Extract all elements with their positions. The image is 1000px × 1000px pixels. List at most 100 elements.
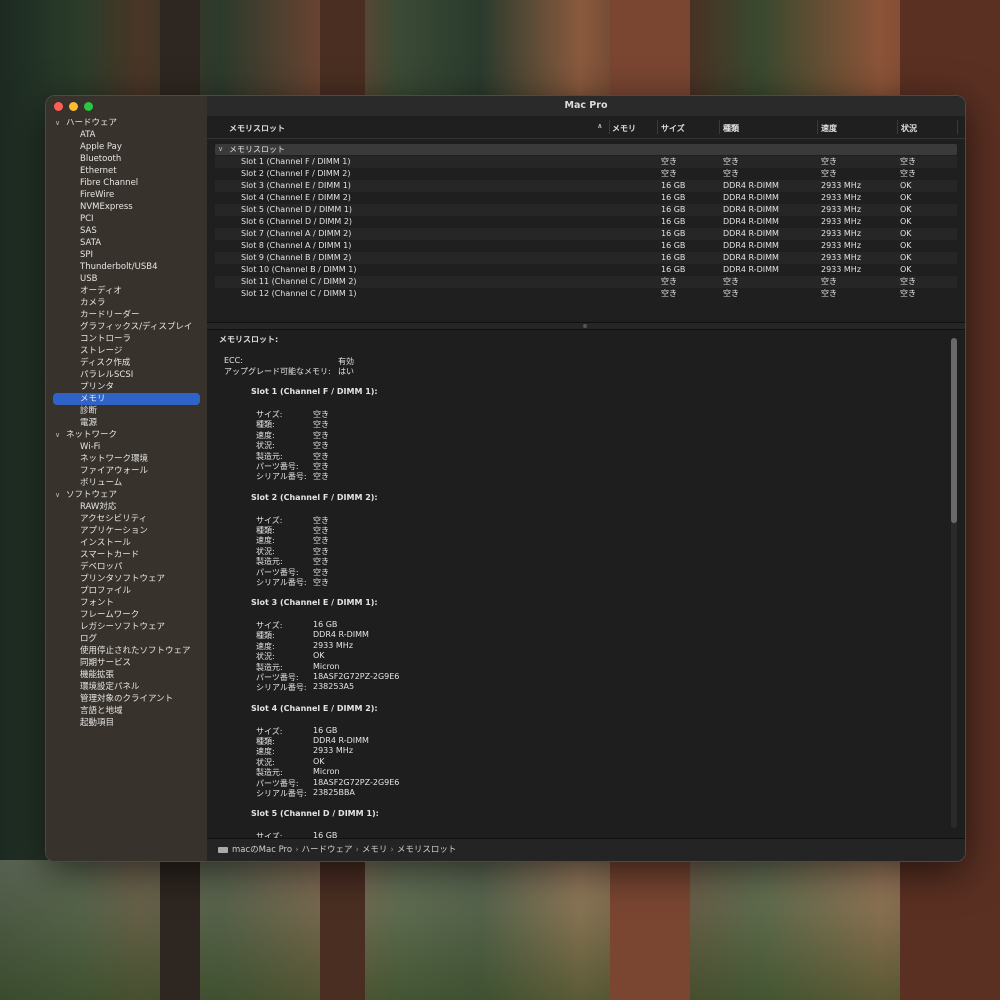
path-bar-item[interactable]: メモリ — [362, 845, 388, 855]
sidebar-item[interactable]: RAW対応 — [46, 501, 207, 513]
path-bar-item[interactable]: メモリスロット — [397, 845, 457, 855]
table-row[interactable]: Slot 7 (Channel A / DIMM 2) 16 GB DDR4 R-D… — [215, 228, 957, 240]
table-row[interactable]: Slot 11 (Channel C / DIMM 2) 空き 空き 空き 空き — [215, 276, 957, 288]
sidebar-item[interactable]: 機能拡張 — [46, 669, 207, 681]
sidebar-item[interactable]: NVMExpress — [46, 201, 207, 213]
sidebar-item[interactable]: グラフィックス/ディスプレイ — [46, 321, 207, 333]
sidebar-item[interactable]: SPI — [46, 249, 207, 261]
path-bar-item[interactable]: macのMac Pro — [232, 845, 292, 855]
sidebar-item[interactable]: フォント — [46, 597, 207, 609]
sidebar-item[interactable]: インストール — [46, 537, 207, 549]
table-row[interactable]: Slot 10 (Channel B / DIMM 1) 16 GB DDR4 R-… — [215, 264, 957, 276]
slot-detail-title: Slot 1 (Channel F / DIMM 1): — [251, 387, 378, 396]
column-header-type[interactable]: 種類 — [723, 123, 739, 134]
column-header-speed[interactable]: 速度 — [821, 123, 837, 134]
sidebar-item[interactable]: スマートカード — [46, 549, 207, 561]
sidebar-item[interactable]: デベロッパ — [46, 561, 207, 573]
sidebar-item[interactable]: USB — [46, 273, 207, 285]
sidebar-group-label: ソフトウェア — [66, 490, 118, 500]
slot-field-value: DDR4 R-DIMM — [313, 630, 369, 640]
column-header-size[interactable]: サイズ — [661, 123, 685, 134]
sidebar-item[interactable]: SAS — [46, 225, 207, 237]
sidebar-item[interactable]: プリンタソフトウェア — [46, 573, 207, 585]
sidebar-item[interactable]: Thunderbolt/USB4 — [46, 261, 207, 273]
sidebar-item[interactable]: 電源 — [46, 417, 207, 429]
table-cell-size: 空き — [661, 277, 677, 286]
sidebar-item[interactable]: 診断 — [46, 405, 207, 417]
sidebar-item[interactable]: Ethernet — [46, 165, 207, 177]
sidebar-item[interactable]: Apple Pay — [46, 141, 207, 153]
slot-field-value: 23825BBA — [313, 787, 355, 797]
column-header-status[interactable]: 状況 — [901, 123, 917, 134]
slot-detail-title: Slot 2 (Channel F / DIMM 2): — [251, 492, 378, 502]
column-header-memory[interactable]: メモリ — [612, 123, 636, 134]
sidebar-item[interactable]: Bluetooth — [46, 153, 207, 165]
sidebar-item[interactable]: 使用停止されたソフトウェア — [46, 645, 207, 657]
sidebar-item[interactable]: オーディオ — [46, 285, 207, 297]
sidebar-item[interactable]: PCI — [46, 213, 207, 225]
sidebar-item[interactable]: コントローラ — [46, 333, 207, 345]
sidebar-item[interactable]: ファイアウォール — [46, 465, 207, 477]
minimize-button[interactable] — [69, 102, 78, 111]
table-row[interactable]: Slot 12 (Channel C / DIMM 1) 空き 空き 空き 空き — [215, 288, 957, 300]
close-button[interactable] — [54, 102, 63, 111]
sidebar-item[interactable]: ボリューム — [46, 477, 207, 489]
table-cell-speed: 2933 MHz — [821, 217, 862, 226]
sidebar-item[interactable]: ATA — [46, 129, 207, 141]
table-cell-size: 16 GB — [661, 193, 686, 202]
sidebar-group[interactable]: ∨ ハードウェア — [46, 117, 207, 129]
system-information-window: ∨ ハードウェア ATA Apple Pay Bluetooth Ethernet Fibr… — [45, 95, 966, 862]
table-cell-status: OK — [900, 205, 912, 214]
sidebar-item[interactable]: アクセシビリティ — [46, 513, 207, 525]
table-row[interactable]: Slot 8 (Channel A / DIMM 1) 16 GB DDR4 R-D… — [215, 240, 957, 252]
sidebar-item[interactable]: ディスク作成 — [46, 357, 207, 369]
column-header-name[interactable]: メモリスロット — [229, 123, 285, 134]
chevron-right-icon: › — [295, 845, 299, 855]
table-cell-speed: 2933 MHz — [821, 241, 862, 250]
sidebar-item[interactable]: 管理対象のクライアント — [46, 693, 207, 705]
sidebar-item[interactable]: ネットワーク環境 — [46, 453, 207, 465]
table-row[interactable]: Slot 3 (Channel E / DIMM 1) 16 GB DDR4 R-D… — [215, 180, 957, 192]
table-cell-status: OK — [900, 265, 912, 274]
sidebar-group[interactable]: ∨ ネットワーク — [46, 429, 207, 441]
sidebar-item[interactable]: フレームワーク — [46, 609, 207, 621]
sidebar-item[interactable]: Wi-Fi — [46, 441, 207, 453]
sidebar-item[interactable]: プロファイル — [46, 585, 207, 597]
splitter-handle-icon — [583, 324, 587, 328]
detail-scrollbar[interactable] — [951, 338, 957, 828]
sidebar-item[interactable]: SATA — [46, 237, 207, 249]
slot-field-value: 空き — [313, 430, 329, 440]
sidebar-item[interactable]: 同期サービス — [46, 657, 207, 669]
sidebar-item[interactable]: ログ — [46, 633, 207, 645]
sidebar-item[interactable]: アプリケーション — [46, 525, 207, 537]
sidebar-item[interactable]: メモリ — [53, 393, 200, 405]
table-cell-status: 空き — [900, 157, 916, 166]
table-row[interactable]: Slot 4 (Channel E / DIMM 2) 16 GB DDR4 R-D… — [215, 192, 957, 204]
table-row[interactable]: Slot 1 (Channel F / DIMM 1) 空き 空き 空き 空き — [215, 156, 957, 168]
sidebar-item[interactable]: カードリーダー — [46, 309, 207, 321]
sidebar-tree: ∨ ハードウェア ATA Apple Pay Bluetooth Ethernet Fibr… — [46, 117, 207, 729]
sidebar-item[interactable]: 環境設定パネル — [46, 681, 207, 693]
sidebar-group[interactable]: ∨ ソフトウェア — [46, 489, 207, 501]
table-cell-name: Slot 5 (Channel D / DIMM 1) — [241, 205, 353, 214]
sidebar-item[interactable]: カメラ — [46, 297, 207, 309]
sidebar-item[interactable]: 起動項目 — [46, 717, 207, 729]
sidebar-item[interactable]: パラレルSCSI — [46, 369, 207, 381]
table-row[interactable]: Slot 2 (Channel F / DIMM 2) 空き 空き 空き 空き — [215, 168, 957, 180]
sidebar-item[interactable]: ストレージ — [46, 345, 207, 357]
table-cell-type: DDR4 R-DIMM — [723, 217, 779, 226]
sidebar-item[interactable]: 言語と地域 — [46, 705, 207, 717]
sidebar-item[interactable]: プリンタ — [46, 381, 207, 393]
sidebar-item[interactable]: レガシーソフトウェア — [46, 621, 207, 633]
path-bar-item[interactable]: ハードウェア — [301, 845, 352, 855]
sidebar-item[interactable]: Fibre Channel — [46, 177, 207, 189]
table-row[interactable]: Slot 5 (Channel D / DIMM 1) 16 GB DDR4 R-D… — [215, 204, 957, 216]
table-group-row[interactable]: ∨ メモリスロット — [215, 144, 957, 155]
table-cell-type: 空き — [723, 169, 739, 178]
zoom-button[interactable] — [84, 102, 93, 111]
table-row[interactable]: Slot 9 (Channel B / DIMM 2) 16 GB DDR4 R-D… — [215, 252, 957, 264]
scrollbar-thumb[interactable] — [951, 338, 957, 523]
table-cell-type: 空き — [723, 157, 739, 166]
sidebar-item[interactable]: FireWire — [46, 189, 207, 201]
table-row[interactable]: Slot 6 (Channel D / DIMM 2) 16 GB DDR4 R-D… — [215, 216, 957, 228]
